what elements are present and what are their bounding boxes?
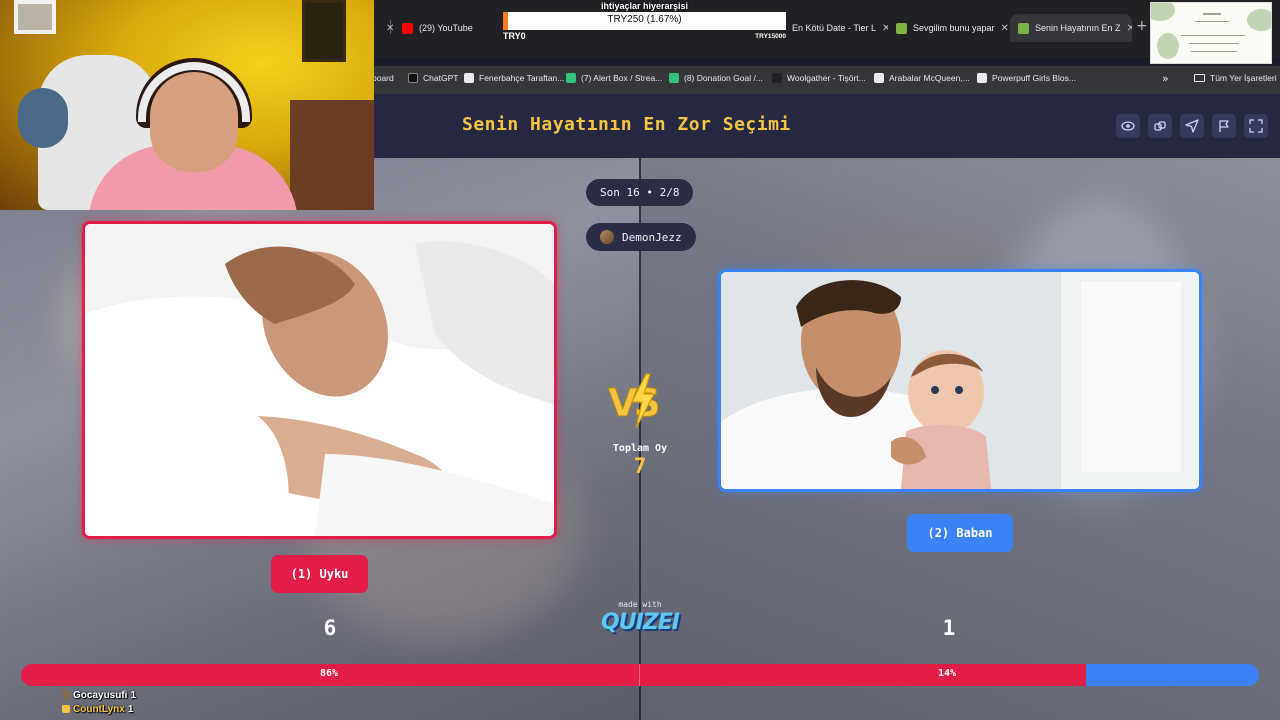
fullscreen-icon (1249, 119, 1263, 133)
option-right-card[interactable] (718, 269, 1202, 492)
bookmark-alert-box[interactable]: (7) Alert Box / Strea... (566, 73, 662, 83)
tab-label: En Kötü Date - Tier L (792, 23, 877, 33)
goal-title: ihtiyaçlar hiyerarşisi (600, 1, 689, 11)
option-left-button[interactable]: (1) Uyku (271, 555, 368, 593)
folder-icon (1194, 74, 1205, 82)
tab-label: (29) YouTube (419, 23, 473, 33)
round-text: Son 16 • 2/8 (600, 186, 680, 199)
fullscreen-button[interactable] (1244, 114, 1268, 138)
streamelements-icon (566, 73, 576, 83)
tab-label: Sevgilim bunu yapar (913, 23, 995, 33)
page-icon (874, 73, 884, 83)
eye-icon (1121, 121, 1135, 131)
option-left-card[interactable] (82, 221, 557, 539)
quiz-title: Senin Hayatının En Zor Seçimi (462, 114, 791, 135)
vs-icon: VS (608, 373, 663, 429)
chatgpt-icon (408, 73, 418, 83)
voter-list: Gocayusufi 1 CountLynx 1 (62, 688, 136, 716)
round-indicator: Son 16 • 2/8 (586, 179, 694, 206)
goal-min: TRY0 (503, 31, 526, 41)
vote-share-right-percent: 14% (938, 668, 957, 679)
donation-goal-widget: ihtiyaçlar hiyerarşisi TRY250 (1.67%) TR… (503, 0, 786, 42)
send-icon (1185, 119, 1199, 133)
vote-share-bar: 86% 14% (21, 664, 1259, 686)
total-votes-value: 7 (633, 454, 647, 478)
option-right-button[interactable]: (2) Baban (907, 514, 1013, 552)
tab-youtube[interactable]: (29) YouTube (394, 14, 502, 42)
bookmark-fenerbahce[interactable]: Fenerbahçe Taraftan... (464, 73, 564, 83)
streamer-name: DemonJezz (622, 230, 682, 244)
bookmark-woolgather[interactable]: Woolgather - Tişört... (772, 73, 866, 83)
vote-share-left-percent: 86% (320, 668, 339, 679)
streamelements-icon (669, 73, 679, 83)
globe-icon (464, 73, 474, 83)
tab-tier-list[interactable]: En Kötü Date - Tier L ✕ (784, 14, 888, 42)
option-right-vote-count: 1 (942, 616, 956, 640)
eye-button[interactable] (1116, 114, 1140, 138)
option-left-vote-count: 6 (323, 616, 337, 640)
bookmark-donation-goal[interactable]: (8) Donation Goal /... (669, 73, 763, 83)
link-icon (1154, 121, 1166, 131)
voter-name: CountLynx (73, 703, 125, 715)
vote-share-left-fill (21, 664, 1086, 686)
quiz-site-icon (896, 22, 907, 34)
voter-count: 1 (130, 689, 137, 701)
copy-link-button[interactable] (1148, 114, 1172, 138)
page-icon (977, 73, 987, 83)
close-icon[interactable]: ✕ (386, 23, 394, 34)
voter-item: Gocayusufi 1 (62, 688, 136, 702)
quizei-logo[interactable]: QUIZEI (590, 610, 690, 635)
tab-sevgilim[interactable]: Sevgilim bunu yapar ✕ (888, 14, 1008, 42)
tab-label: Senin Hayatının En Z (1035, 23, 1121, 33)
vs-text: VS (608, 381, 658, 425)
user-badge-icon (62, 691, 70, 699)
quiz-site-icon (1018, 22, 1029, 34)
close-icon[interactable]: ✕ (1127, 23, 1132, 34)
new-tab-icon[interactable]: + (1136, 18, 1148, 34)
youtube-icon (402, 22, 413, 34)
goal-progress-bar: TRY250 (1.67%) (503, 12, 786, 30)
shop-icon (772, 73, 782, 83)
crown-badge-icon (62, 705, 70, 713)
avatar (600, 230, 614, 244)
close-icon[interactable]: ✕ (1001, 23, 1008, 34)
bookmark-item[interactable]: board (372, 73, 394, 83)
voter-item: CountLynx 1 (62, 702, 136, 716)
flag-icon (1219, 120, 1229, 132)
total-votes-label: Toplam Oy (612, 443, 668, 454)
webcam-overlay (0, 0, 374, 210)
streamer-badge: DemonJezz (586, 223, 696, 251)
option-left-image (85, 224, 554, 536)
tab-previous-close[interactable]: ✕ (378, 14, 394, 42)
goal-current: TRY250 (1.67%) (607, 14, 682, 25)
voter-name: Gocayusufi (73, 689, 128, 701)
bookmark-powerpuff[interactable]: Powerpuff Girls Blos... (977, 73, 1076, 83)
made-with-label: made with (618, 600, 662, 609)
goal-max: TRY15000 (755, 33, 786, 40)
more-bookmarks-icon[interactable]: » (1162, 72, 1169, 85)
share-button[interactable] (1180, 114, 1204, 138)
bookmark-arabalar[interactable]: Arabalar McQueen,... (874, 73, 970, 83)
report-button[interactable] (1212, 114, 1236, 138)
voter-count: 1 (127, 703, 134, 715)
screen: { "browser": { "tabs": [ {"label": "(29)… (0, 0, 1280, 720)
tab-active-quiz[interactable]: Senin Hayatının En Z ✕ (1010, 14, 1132, 42)
vote-bar-center-line (639, 664, 640, 686)
all-bookmarks-folder[interactable]: Tüm Yer İşaretleri (1194, 73, 1277, 83)
overlay-thumbnail (1150, 2, 1272, 64)
option-right-image (721, 272, 1199, 489)
bookmark-chatgpt[interactable]: ChatGPT (408, 73, 458, 83)
